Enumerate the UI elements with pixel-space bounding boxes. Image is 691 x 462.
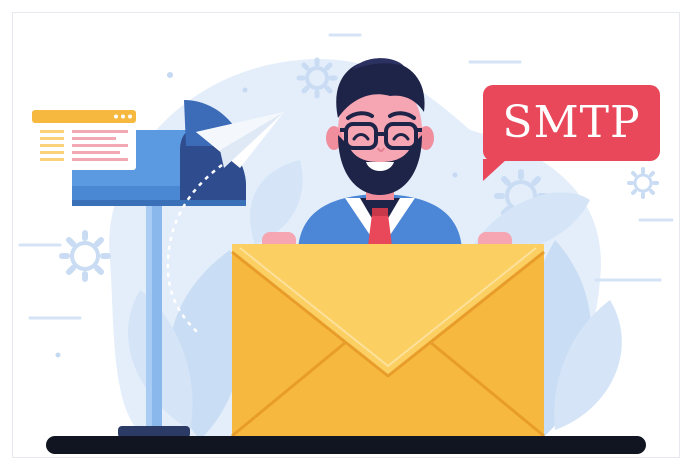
browser-window-icon [32,110,136,170]
gear-icon [627,167,659,199]
smtp-speech-bubble: SMTP [483,85,660,181]
gear-icon [59,230,111,282]
smtp-label: SMTP [502,97,641,148]
illustration-frame: SMTP [0,0,691,462]
envelope-icon [231,244,545,440]
desk [46,436,646,454]
smtp-illustration [18,33,674,454]
mailbox-post-shade [146,200,152,432]
